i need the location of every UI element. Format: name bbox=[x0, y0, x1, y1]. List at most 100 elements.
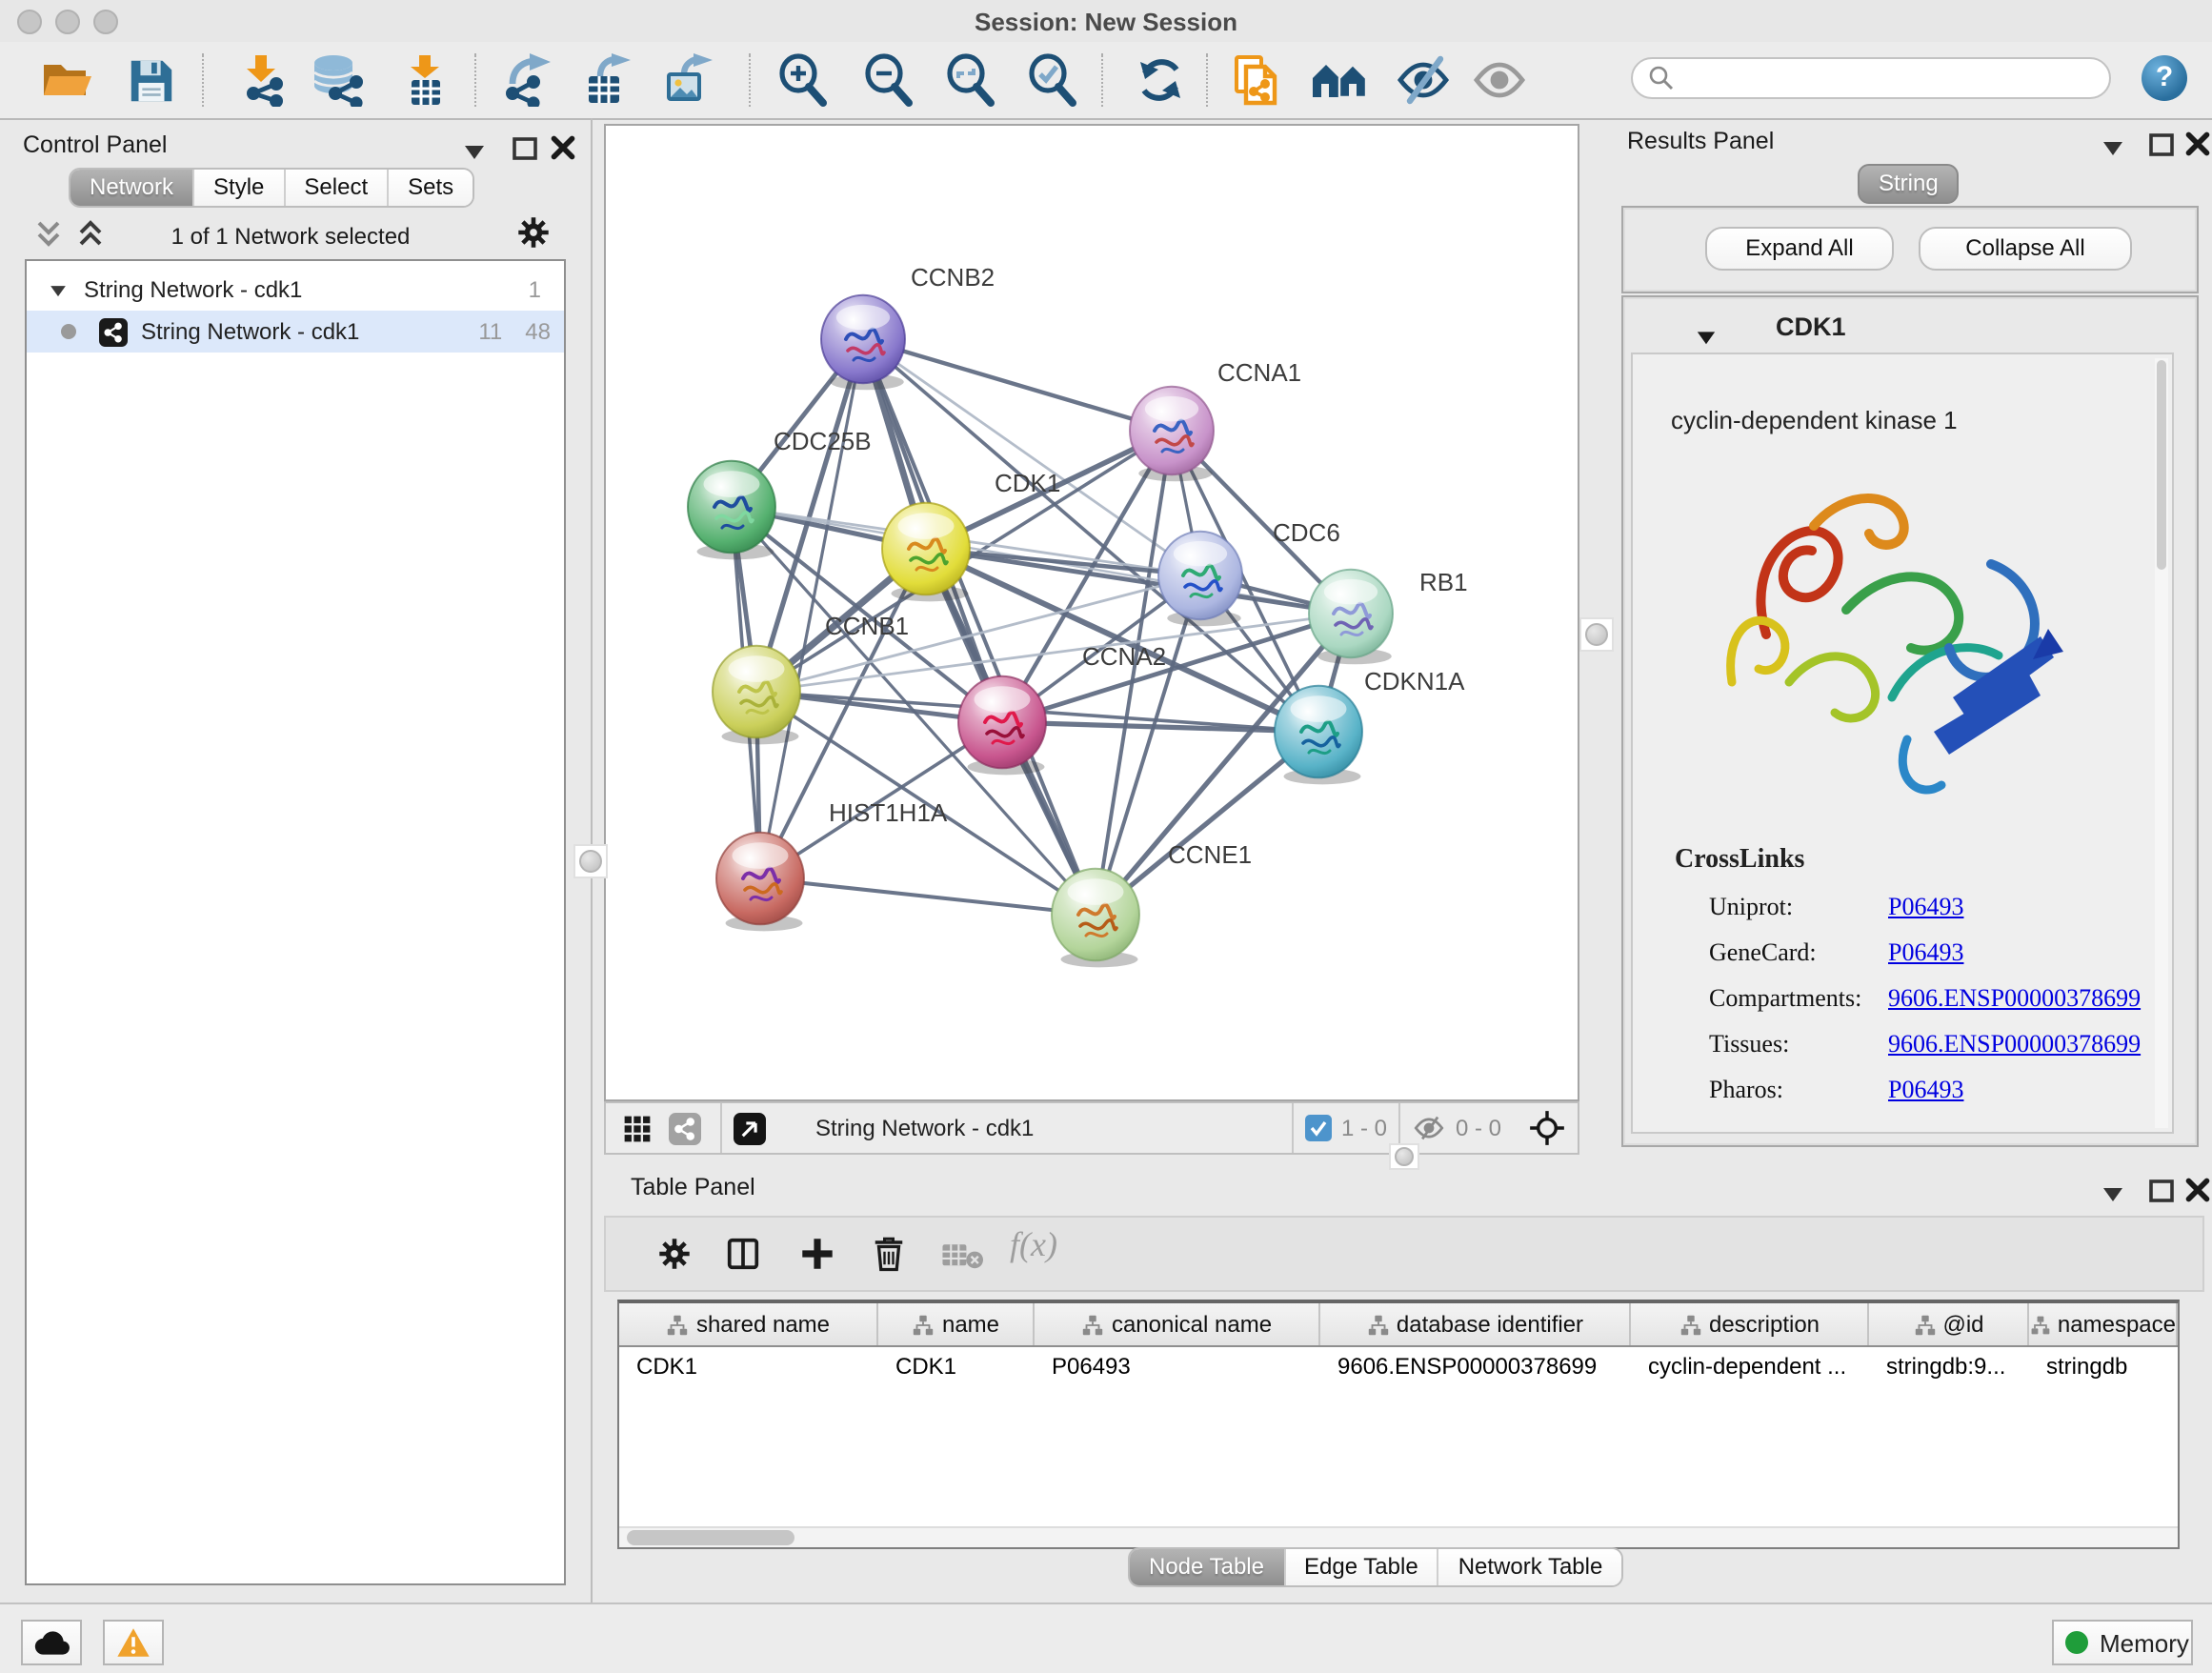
network-node-CDK1[interactable] bbox=[882, 503, 970, 602]
column-header-databaseidentifier[interactable]: database identifier bbox=[1320, 1303, 1631, 1345]
crosslink-link[interactable]: 9606.ENSP00000378699 bbox=[1888, 1029, 2141, 1059]
zoom-in-button[interactable] bbox=[774, 51, 831, 109]
results-vscrollbar[interactable] bbox=[2155, 358, 2168, 1128]
selected-counts: 1 - 0 bbox=[1341, 1115, 1387, 1141]
network-node-label-CCNB2: CCNB2 bbox=[911, 263, 995, 292]
tab-string[interactable]: String bbox=[1858, 164, 1960, 204]
show-graphics-details-button[interactable] bbox=[1471, 51, 1528, 109]
network-node-HIST1H1A[interactable] bbox=[716, 833, 804, 932]
eye-slash-icon bbox=[1397, 53, 1450, 107]
crosslink-link[interactable]: P06493 bbox=[1888, 892, 1963, 922]
tab-network-table[interactable]: Network Table bbox=[1439, 1549, 1622, 1585]
network-collection-row[interactable]: String Network - cdk1 1 bbox=[27, 269, 564, 311]
open-session-button[interactable] bbox=[38, 51, 95, 109]
entry-collapse-icon[interactable] bbox=[1694, 326, 1719, 347]
column-header-description[interactable]: description bbox=[1631, 1303, 1869, 1345]
toolbar-separator bbox=[474, 53, 478, 107]
panel-close-icon[interactable] bbox=[545, 130, 581, 166]
toolbar-search[interactable] bbox=[1631, 57, 2111, 99]
panel-menu-icon[interactable] bbox=[461, 139, 488, 162]
network-collection-label: String Network - cdk1 bbox=[84, 276, 302, 303]
panel-close-icon[interactable] bbox=[2180, 126, 2212, 162]
tab-node-table[interactable]: Node Table bbox=[1130, 1549, 1285, 1585]
export-network-icon bbox=[501, 53, 554, 107]
panel-float-icon[interactable] bbox=[507, 130, 543, 166]
column-header-sharedname[interactable]: shared name bbox=[619, 1303, 878, 1345]
selected-checkbox-icon[interactable] bbox=[1305, 1115, 1332, 1141]
expand-all-icon[interactable] bbox=[76, 219, 105, 250]
birdseye-view-icon[interactable] bbox=[734, 1112, 766, 1144]
crosslink-link[interactable]: P06493 bbox=[1888, 1075, 1963, 1105]
panel-menu-icon[interactable] bbox=[2100, 1181, 2126, 1204]
panel-menu-icon[interactable] bbox=[2100, 135, 2126, 158]
column-header-canonicalname[interactable]: canonical name bbox=[1035, 1303, 1320, 1345]
zoom-out-button[interactable] bbox=[859, 51, 916, 109]
refresh-view-button[interactable] bbox=[1132, 51, 1189, 109]
network-node-CDC25B[interactable] bbox=[688, 461, 775, 560]
search-input[interactable] bbox=[1675, 63, 2109, 93]
import-table-icon bbox=[398, 53, 452, 107]
copy-network-button[interactable] bbox=[1229, 51, 1286, 109]
add-column-icon[interactable] bbox=[798, 1235, 836, 1273]
tab-edge-table[interactable]: Edge Table bbox=[1285, 1549, 1439, 1585]
import-network-from-database-button[interactable] bbox=[309, 51, 366, 109]
tab-style[interactable]: Style bbox=[194, 170, 285, 206]
delete-table-icon bbox=[941, 1240, 983, 1271]
cloud-status-button[interactable] bbox=[21, 1620, 82, 1665]
import-table-from-file-button[interactable] bbox=[396, 51, 453, 109]
show-columns-icon[interactable] bbox=[724, 1235, 762, 1273]
zoom-fit-button[interactable] bbox=[941, 51, 998, 109]
table-row[interactable]: CDK1CDK1P064939606.ENSP00000378699cyclin… bbox=[619, 1347, 2178, 1385]
table-cell: CDK1 bbox=[619, 1347, 878, 1385]
warnings-button[interactable] bbox=[103, 1620, 164, 1665]
export-network-button[interactable] bbox=[499, 51, 556, 109]
column-header-name[interactable]: name bbox=[878, 1303, 1035, 1345]
network-node-CCNA1[interactable] bbox=[1130, 387, 1214, 481]
expand-all-button[interactable]: Expand All bbox=[1705, 227, 1894, 271]
network-edge-HIST1H1A-CCNE1[interactable] bbox=[760, 878, 1096, 915]
tree-expander-icon[interactable] bbox=[48, 280, 69, 299]
crosslink-link[interactable]: P06493 bbox=[1888, 937, 1963, 968]
share-view-icon[interactable] bbox=[669, 1112, 701, 1144]
crosslink-row: Pharos:P06493 bbox=[1633, 1075, 2172, 1113]
export-table-button[interactable] bbox=[579, 51, 636, 109]
table-hscrollbar[interactable] bbox=[619, 1526, 2178, 1547]
panel-float-icon[interactable] bbox=[2143, 126, 2180, 162]
fit-crosshair-icon[interactable] bbox=[1528, 1109, 1566, 1147]
column-type-icon bbox=[912, 1312, 936, 1337]
panel-float-icon[interactable] bbox=[2143, 1172, 2180, 1208]
network-row-selected[interactable]: String Network - cdk1 11 48 bbox=[27, 311, 564, 353]
collapse-all-icon[interactable] bbox=[34, 219, 63, 250]
collapse-all-button[interactable]: Collapse All bbox=[1919, 227, 2132, 271]
memory-button[interactable]: Memory bbox=[2052, 1620, 2193, 1665]
column-header-id[interactable]: @id bbox=[1869, 1303, 2029, 1345]
zoom-selected-button[interactable] bbox=[1023, 51, 1080, 109]
network-edge-CCNB2-CCNA1[interactable] bbox=[863, 339, 1172, 431]
tab-select[interactable]: Select bbox=[285, 170, 389, 206]
tab-network[interactable]: Network bbox=[70, 170, 194, 206]
export-image-button[interactable] bbox=[659, 51, 716, 109]
hide-graphics-details-button[interactable] bbox=[1395, 51, 1452, 109]
panel-close-icon[interactable] bbox=[2180, 1172, 2212, 1208]
memory-status-dot-icon bbox=[2065, 1631, 2088, 1654]
help-button[interactable]: ? bbox=[2142, 55, 2187, 101]
crosslink-link[interactable]: 9606.ENSP00000378699 bbox=[1888, 983, 2141, 1014]
string-home-button[interactable] bbox=[1311, 51, 1368, 109]
grid-view-icon[interactable] bbox=[621, 1112, 654, 1144]
network-options-gear-icon[interactable] bbox=[514, 213, 553, 252]
table-options-gear-icon[interactable] bbox=[655, 1235, 694, 1273]
right-splitter-handle[interactable] bbox=[1579, 617, 1614, 652]
save-session-button[interactable] bbox=[122, 51, 179, 109]
network-node-CCNE1[interactable] bbox=[1052, 869, 1139, 968]
network-node-label-CCNA1: CCNA1 bbox=[1217, 358, 1301, 387]
network-node-CDKN1A[interactable] bbox=[1275, 686, 1362, 785]
network-share-icon bbox=[99, 317, 128, 346]
import-network-from-file-button[interactable] bbox=[232, 51, 290, 109]
hidden-eye-slash-icon[interactable] bbox=[1412, 1113, 1446, 1143]
tab-sets[interactable]: Sets bbox=[389, 170, 473, 206]
network-canvas[interactable]: CCNB2CCNA1CDC25BCDK1CDC6RB1CCNB1CCNA2CDK… bbox=[604, 124, 1579, 1101]
delete-column-trash-icon[interactable] bbox=[869, 1233, 909, 1275]
crosslink-row: GeneCard:P06493 bbox=[1633, 937, 2172, 976]
column-header-namespace[interactable]: namespace bbox=[2029, 1303, 2178, 1345]
left-splitter-handle[interactable] bbox=[573, 844, 608, 878]
